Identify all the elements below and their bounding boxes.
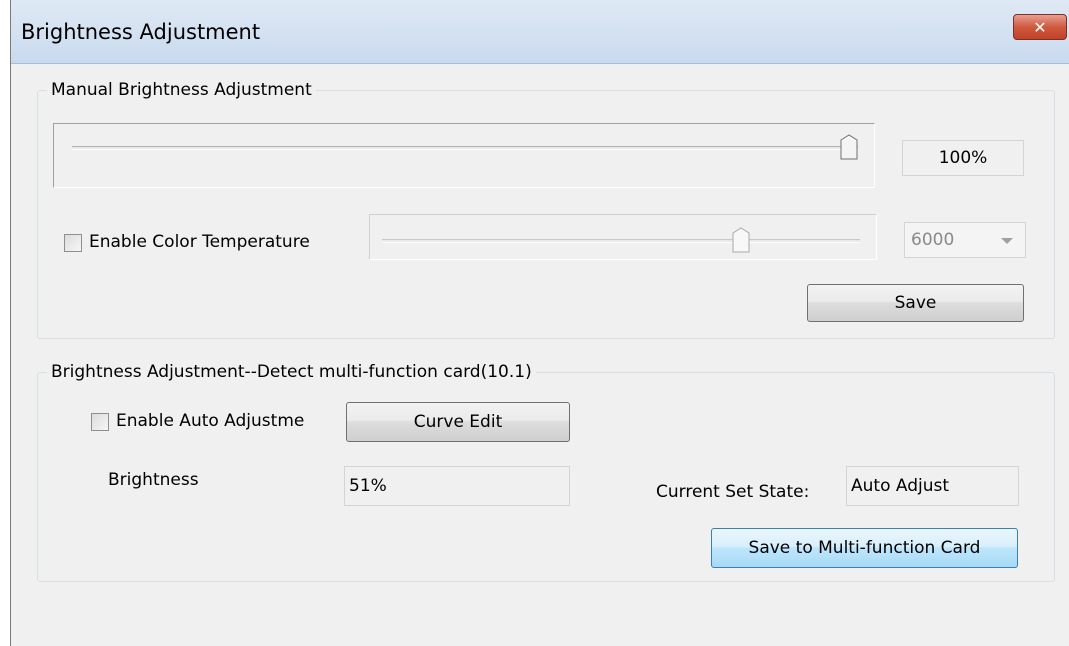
color-temperature-slider <box>369 214 877 260</box>
manual-brightness-group-title: Manual Brightness Adjustment <box>47 80 316 100</box>
curve-edit-button[interactable]: Curve Edit <box>346 402 570 442</box>
chevron-down-icon <box>1001 238 1013 244</box>
color-temperature-checkbox[interactable] <box>64 234 82 252</box>
title-bar: Brightness Adjustment ✕ <box>11 0 1069 64</box>
save-to-card-button[interactable]: Save to Multi-function Card <box>711 528 1018 568</box>
save-button-label: Save <box>894 293 937 313</box>
curve-edit-button-label: Curve Edit <box>413 412 503 432</box>
save-to-card-button-label: Save to Multi-function Card <box>748 538 981 558</box>
close-icon: ✕ <box>1033 17 1047 37</box>
brightness-slider-track <box>72 146 858 150</box>
current-set-state-field: Auto Adjust <box>846 466 1019 506</box>
color-temperature-value: 6000 <box>911 230 955 250</box>
current-set-state-label: Current Set State: <box>656 482 810 502</box>
auto-brightness-group-title: Brightness Adjustment--Detect multi-func… <box>47 362 536 382</box>
window-title: Brightness Adjustment <box>21 20 261 44</box>
color-temperature-slider-track <box>382 239 860 243</box>
auto-brightness-value: 51% <box>349 476 387 496</box>
brightness-value: 100% <box>938 148 988 168</box>
save-button[interactable]: Save <box>807 284 1024 322</box>
brightness-dialog: Brightness Adjustment ✕ Manual Brightnes… <box>10 0 1069 646</box>
brightness-value-field: 100% <box>902 140 1024 176</box>
brightness-slider[interactable] <box>53 123 875 188</box>
brightness-slider-thumb[interactable] <box>840 134 858 160</box>
auto-adjust-checkbox[interactable] <box>91 413 109 431</box>
auto-adjust-label[interactable]: Enable Auto Adjustme <box>116 411 325 431</box>
close-button[interactable]: ✕ <box>1013 14 1067 40</box>
auto-brightness-value-field: 51% <box>344 466 570 506</box>
color-temperature-label[interactable]: Enable Color Temperature <box>89 232 310 252</box>
color-temperature-combo: 6000 <box>904 222 1026 258</box>
current-set-state-value: Auto Adjust <box>851 476 950 496</box>
color-temperature-slider-thumb <box>732 227 750 253</box>
auto-brightness-label: Brightness <box>108 470 199 490</box>
